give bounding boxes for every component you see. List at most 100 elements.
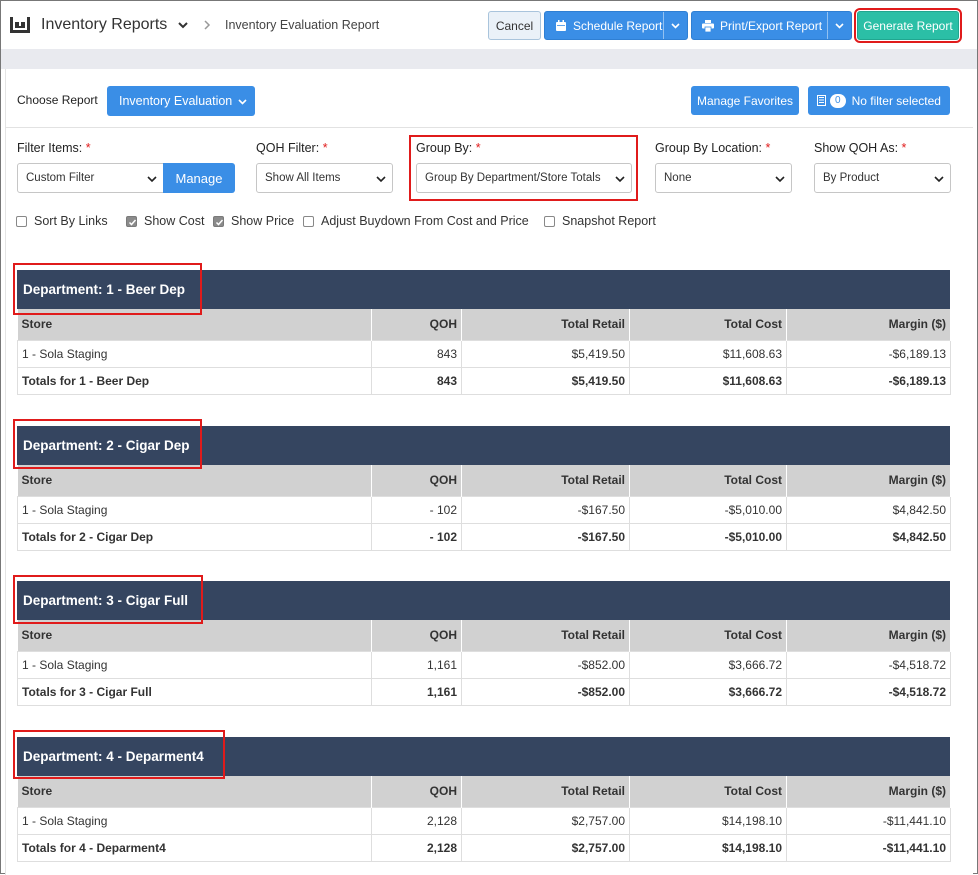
cell-qoh: 1,161 bbox=[371, 677, 462, 706]
column-header-store: Store bbox=[17, 620, 372, 651]
schedule-report-label: Schedule Report bbox=[573, 18, 663, 33]
cell-total-cost: -$5,010.00 bbox=[629, 495, 787, 524]
cell-total-cost: $11,608.63 bbox=[629, 366, 787, 395]
chevron-down-icon bbox=[934, 176, 944, 183]
required-mark: * bbox=[85, 141, 91, 155]
table-row: 1 - Sola Staging - 102 -$167.50 -$5,010.… bbox=[17, 495, 951, 524]
cancel-button-label: Cancel bbox=[495, 18, 534, 33]
totals-row: Totals for 4 - Deparment4 2,128 $2,757.0… bbox=[17, 833, 951, 862]
filter-items-label-text: Filter Items: bbox=[17, 141, 83, 155]
manage-filter-button[interactable]: Manage bbox=[163, 163, 235, 193]
column-header-margin: Margin ($) bbox=[786, 309, 951, 340]
checkbox-label: Sort By Links bbox=[34, 214, 108, 228]
column-header-qoh: QOH bbox=[371, 309, 462, 340]
checkbox-box[interactable] bbox=[126, 215, 137, 227]
schedule-dropdown-toggle[interactable] bbox=[663, 12, 687, 39]
calendar-icon bbox=[556, 19, 566, 31]
cell-store: 1 - Sola Staging bbox=[17, 495, 372, 524]
cell-total-cost: $3,666.72 bbox=[629, 650, 787, 679]
generate-report-label: Generate Report bbox=[863, 18, 953, 33]
cell-margin: -$4,518.72 bbox=[786, 650, 951, 679]
chevron-down-icon bbox=[376, 176, 386, 183]
report-select-value: Inventory Evaluation bbox=[119, 94, 233, 108]
column-header-total-cost: Total Cost bbox=[629, 465, 787, 496]
filter-icon bbox=[817, 95, 827, 106]
adjust-buydown-checkbox[interactable]: Adjust Buydown From Cost and Price bbox=[303, 214, 529, 228]
cell-qoh: 2,128 bbox=[371, 806, 462, 835]
checkbox-label: Show Price bbox=[231, 214, 295, 228]
chevron-down-icon bbox=[615, 176, 625, 183]
chevron-right-icon bbox=[204, 20, 211, 30]
qoh-filter-label: QOH Filter: * bbox=[256, 141, 328, 155]
qoh-filter-select[interactable]: Show All Items bbox=[256, 163, 393, 193]
cell-margin: -$11,441.10 bbox=[786, 806, 951, 835]
schedule-report-button[interactable]: Schedule Report bbox=[544, 11, 688, 40]
column-header-qoh: QOH bbox=[371, 620, 462, 651]
cell-total-retail: -$852.00 bbox=[461, 650, 630, 679]
cell-qoh: 843 bbox=[371, 366, 462, 395]
check-icon bbox=[215, 219, 224, 226]
department-table: Store QOH Total Retail Total Cost Margin… bbox=[17, 620, 951, 706]
cell-store: 1 - Sola Staging bbox=[17, 650, 372, 679]
snapshot-report-checkbox[interactable]: Snapshot Report bbox=[544, 214, 656, 228]
group-by-select[interactable]: Group By Department/Store Totals bbox=[416, 163, 632, 193]
totals-row: Totals for 3 - Cigar Full 1,161 -$852.00… bbox=[17, 677, 951, 706]
report-select[interactable]: Inventory Evaluation bbox=[107, 86, 255, 116]
checkbox-label: Show Cost bbox=[144, 214, 205, 228]
cell-qoh: 843 bbox=[371, 339, 462, 368]
filter-items-select[interactable]: Custom Filter bbox=[17, 163, 164, 193]
cell-total-retail: $5,419.50 bbox=[461, 339, 630, 368]
print-export-label: Print/Export Report bbox=[720, 18, 823, 33]
column-header-total-retail: Total Retail bbox=[461, 309, 630, 340]
cell-qoh: 2,128 bbox=[371, 833, 462, 862]
cell-qoh: - 102 bbox=[371, 495, 462, 524]
cell-total-retail: -$167.50 bbox=[461, 522, 630, 551]
divider bbox=[5, 127, 973, 128]
filter-status-button[interactable]: 0 No filter selected bbox=[808, 86, 950, 115]
required-mark: * bbox=[901, 141, 907, 155]
manage-filter-label: Manage bbox=[175, 170, 223, 186]
app-title[interactable]: Inventory Reports bbox=[41, 16, 167, 34]
column-header-total-cost: Total Cost bbox=[629, 776, 787, 807]
cell-totals-label: Totals for 4 - Deparment4 bbox=[17, 833, 372, 862]
cell-total-cost: -$5,010.00 bbox=[629, 522, 787, 551]
column-header-qoh: QOH bbox=[371, 776, 462, 807]
choose-report-label: Choose Report bbox=[17, 93, 98, 107]
print-export-button[interactable]: Print/Export Report bbox=[691, 11, 852, 40]
cell-margin: $4,842.50 bbox=[786, 495, 951, 524]
cancel-button[interactable]: Cancel bbox=[488, 11, 541, 40]
top-bar: Inventory Reports Inventory Evaluation R… bbox=[1, 1, 977, 49]
totals-row: Totals for 1 - Beer Dep 843 $5,419.50 $1… bbox=[17, 366, 951, 395]
checkbox-box[interactable] bbox=[213, 215, 224, 227]
department-table: Store QOH Total Retail Total Cost Margin… bbox=[17, 309, 951, 395]
group-by-location-select[interactable]: None bbox=[655, 163, 792, 193]
column-header-store: Store bbox=[17, 776, 372, 807]
sort-by-links-checkbox[interactable]: Sort By Links bbox=[16, 214, 108, 228]
show-price-checkbox[interactable]: Show Price bbox=[213, 214, 294, 228]
department-highlight bbox=[13, 730, 225, 779]
chevron-down-icon[interactable] bbox=[177, 19, 189, 31]
group-by-location-label: Group By Location: * bbox=[655, 141, 770, 155]
column-header-qoh: QOH bbox=[371, 465, 462, 496]
cell-qoh: - 102 bbox=[371, 522, 462, 551]
column-header-total-retail: Total Retail bbox=[461, 620, 630, 651]
show-cost-checkbox[interactable]: Show Cost bbox=[126, 214, 204, 228]
table-row: 1 - Sola Staging 843 $5,419.50 $11,608.6… bbox=[17, 339, 951, 368]
table-row: 1 - Sola Staging 2,128 $2,757.00 $14,198… bbox=[17, 806, 951, 835]
column-header-margin: Margin ($) bbox=[786, 465, 951, 496]
checkbox-box[interactable] bbox=[16, 215, 27, 227]
table-header-row: Store QOH Total Retail Total Cost Margin… bbox=[17, 465, 951, 496]
checkbox-box[interactable] bbox=[544, 215, 555, 227]
manage-favorites-button[interactable]: Manage Favorites bbox=[691, 86, 799, 115]
cell-margin: -$6,189.13 bbox=[786, 366, 951, 395]
column-header-margin: Margin ($) bbox=[786, 620, 951, 651]
totals-row: Totals for 2 - Cigar Dep - 102 -$167.50 … bbox=[17, 522, 951, 551]
chevron-down-icon bbox=[775, 176, 785, 183]
show-qoh-as-select[interactable]: By Product bbox=[814, 163, 951, 193]
cell-totals-label: Totals for 3 - Cigar Full bbox=[17, 677, 372, 706]
generate-report-button[interactable]: Generate Report bbox=[854, 8, 962, 43]
filter-status-label: No filter selected bbox=[851, 93, 941, 108]
checkbox-box[interactable] bbox=[303, 215, 314, 227]
header-divider bbox=[1, 49, 977, 69]
print-dropdown-toggle[interactable] bbox=[827, 12, 851, 39]
